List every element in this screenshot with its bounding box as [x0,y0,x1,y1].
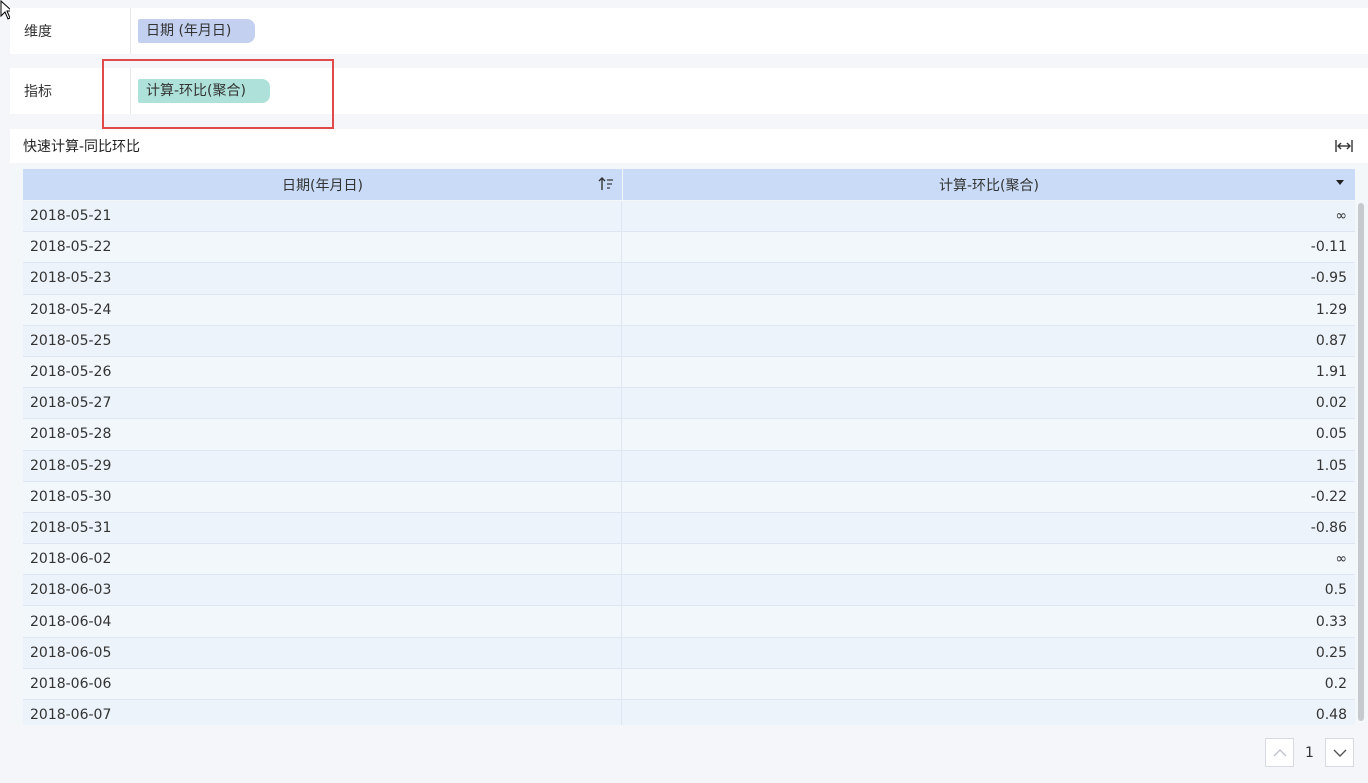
cell-date: 2018-06-02 [23,544,622,575]
table-row[interactable]: 2018-05-30 -0.22 [23,481,1355,513]
table-row[interactable]: 2018-06-04 0.33 [23,606,1355,638]
column-header-label: 计算-环比(聚合) [939,177,1039,194]
table-row[interactable]: 2018-05-28 0.05 [23,419,1355,451]
cell-mom-value: -0.22 [1310,488,1347,505]
measure-chip-area[interactable]: 计算-环比(聚合) [131,79,270,103]
cell-date: 2018-05-30 [23,481,622,512]
pagination: 1 [1265,738,1354,767]
panel-title: 快速计算-同比环比 [23,139,141,155]
current-page-number: 1 [1305,744,1314,761]
cell-mom-value: -0.95 [1310,270,1347,287]
measure-row: 指标 计算-环比(聚合) [10,68,1368,114]
cell-date: 2018-06-05 [23,637,622,668]
cell-date: 2018-06-07 [23,700,622,725]
chevron-down-icon [1333,749,1346,757]
column-header-mom[interactable]: 计算-环比(聚合) [623,169,1355,200]
cell-date: 2018-05-26 [23,356,622,388]
cell-date: 2018-05-28 [23,419,622,450]
panel-title-bar: 快速计算-同比环比 [10,129,1368,163]
cell-mom-value: 1.91 [1315,364,1347,381]
cell-mom-value: 1.05 [1315,457,1347,474]
table-row[interactable]: 2018-05-31 -0.86 [23,512,1355,545]
cell-mom-value: -0.11 [1310,239,1347,256]
table-row[interactable]: 2018-06-07 0.48 [23,700,1355,725]
measure-label: 指标 [24,84,52,100]
cell-mom-value: -0.86 [1310,519,1347,536]
cell-mom-value: 0.5 [1324,582,1347,599]
cell-mom-value: 0.33 [1315,613,1347,630]
table-row[interactable]: 2018-06-06 0.2 [23,668,1355,700]
cell-date: 2018-05-27 [23,388,622,419]
table-row[interactable]: 2018-06-05 0.25 [23,637,1355,669]
table-row[interactable]: 2018-05-26 1.91 [23,356,1355,389]
prev-page-button[interactable] [1265,738,1294,767]
cell-date: 2018-06-03 [23,575,622,606]
cell-mom-value: 0.25 [1315,644,1347,661]
sort-ascending-icon[interactable] [598,176,614,192]
table-row[interactable]: 2018-06-02 ∞ [23,544,1355,576]
chevron-up-icon [1273,748,1286,756]
cell-date: 2018-06-06 [23,668,622,699]
cell-date: 2018-05-22 [23,232,622,263]
cell-date: 2018-05-21 [23,201,622,232]
cell-date: 2018-05-31 [23,512,622,544]
table-row[interactable]: 2018-05-27 0.02 [23,388,1355,420]
cell-date: 2018-05-25 [23,325,622,356]
cell-date: 2018-05-23 [23,263,622,294]
cell-mom-value: ∞ [1335,551,1347,568]
table-row[interactable]: 2018-05-25 0.87 [23,325,1355,357]
cell-mom-value: 1.29 [1315,301,1347,318]
caret-down-icon[interactable] [1335,178,1345,188]
cell-mom-value: ∞ [1335,208,1347,225]
cell-mom-value: 0.87 [1315,332,1347,349]
vertical-scrollbar[interactable] [1356,201,1366,725]
column-header-label: 日期(年月日) [282,177,363,194]
dimension-chip-date[interactable]: 日期 (年月日) [138,19,256,43]
column-header-date[interactable]: 日期(年月日) [23,169,622,200]
table-row[interactable]: 2018-05-24 1.29 [23,294,1355,326]
measure-chip-mom[interactable]: 计算-环比(聚合) [138,79,270,103]
cell-mom-value: 0.05 [1315,426,1347,443]
table-body: 2018-05-21 ∞ 2018-05-22 -0.11 2018-05-23 -0.9… [23,201,1355,725]
cell-date: 2018-05-24 [23,294,622,325]
cell-mom-value: 0.02 [1315,395,1347,412]
dimension-label: 维度 [24,24,52,40]
dimension-chip-area[interactable]: 日期 (年月日) [131,19,256,43]
table-row[interactable]: 2018-05-22 -0.11 [23,232,1355,264]
table-row[interactable]: 2018-05-23 -0.95 [23,263,1355,295]
scrollbar-thumb[interactable] [1358,203,1364,721]
cell-mom-value: 0.2 [1324,675,1347,692]
cell-date: 2018-06-04 [23,606,622,637]
table-row[interactable]: 2018-05-29 1.05 [23,450,1355,482]
next-page-button[interactable] [1325,738,1354,767]
data-table: 日期(年月日) 计算-环比(聚合) 2018-05-21 ∞ 2018-05-22 -… [10,163,1368,725]
table-row[interactable]: 2018-05-21 ∞ [23,201,1355,233]
dimension-row: 维度 日期 (年月日) [10,8,1368,54]
table-row[interactable]: 2018-06-03 0.5 [23,575,1355,607]
expand-width-icon[interactable] [1334,136,1354,156]
cell-mom-value: 0.48 [1315,707,1347,724]
table-header: 日期(年月日) 计算-环比(聚合) [23,169,1355,200]
cell-date: 2018-05-29 [23,450,622,481]
